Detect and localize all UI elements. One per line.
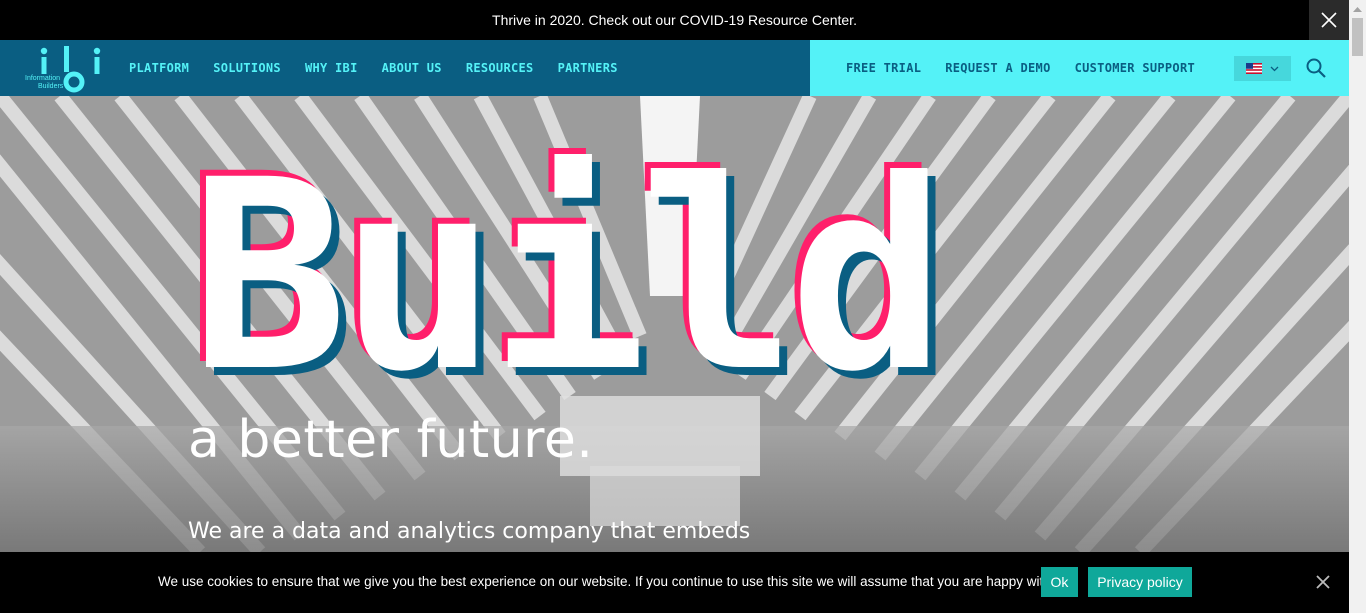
announcement-text[interactable]: Thrive in 2020. Check out our COVID-19 R… bbox=[492, 12, 857, 28]
hero-section: Build Build Build a better future. We ar… bbox=[0, 96, 1349, 552]
close-icon bbox=[1316, 575, 1330, 589]
caret-up-icon bbox=[1353, 6, 1362, 12]
ibi-logo[interactable]: Information Builders bbox=[24, 44, 106, 94]
hero-tagline: a better future. bbox=[188, 410, 594, 470]
request-demo-link[interactable]: REQUEST A DEMO bbox=[945, 61, 1050, 75]
language-selector[interactable] bbox=[1234, 56, 1291, 81]
headline-text: Build bbox=[190, 124, 947, 429]
main-nav: Information Builders PLATFORM SOLUTIONS … bbox=[0, 40, 810, 96]
logo-line-2: Builders bbox=[38, 83, 64, 90]
nav-item-partners[interactable]: PARTNERS bbox=[558, 61, 618, 75]
customer-support-link[interactable]: CUSTOMER SUPPORT bbox=[1075, 61, 1195, 75]
nav-item-solutions[interactable]: SOLUTIONS bbox=[213, 61, 281, 75]
us-flag-icon bbox=[1246, 63, 1262, 74]
close-icon bbox=[1321, 12, 1337, 28]
cookie-banner: We use cookies to ensure that we give yo… bbox=[0, 552, 1349, 613]
nav-item-platform[interactable]: PLATFORM bbox=[129, 61, 189, 75]
cookie-ok-button[interactable]: Ok bbox=[1041, 567, 1078, 597]
search-icon bbox=[1306, 58, 1326, 78]
page-scrollbar[interactable] bbox=[1349, 0, 1366, 613]
logo-line-1: Information bbox=[25, 75, 61, 82]
scroll-up-arrow[interactable] bbox=[1349, 0, 1366, 17]
announcement-close-button[interactable] bbox=[1309, 0, 1349, 40]
privacy-policy-button[interactable]: Privacy policy bbox=[1088, 567, 1192, 597]
nav-item-about-us[interactable]: ABOUT US bbox=[382, 61, 442, 75]
cookie-close-button[interactable] bbox=[1315, 574, 1331, 590]
hero-subline: We are a data and analytics company that… bbox=[188, 519, 751, 544]
nav-item-resources[interactable]: RESOURCES bbox=[466, 61, 534, 75]
announcement-bar: Thrive in 2020. Check out our COVID-19 R… bbox=[0, 0, 1349, 40]
free-trial-link[interactable]: FREE TRIAL bbox=[846, 61, 921, 75]
secondary-nav: FREE TRIAL REQUEST A DEMO CUSTOMER SUPPO… bbox=[810, 40, 1349, 96]
scrollbar-thumb[interactable] bbox=[1352, 18, 1363, 56]
chevron-down-icon bbox=[1270, 66, 1279, 71]
nav-item-why-ibi[interactable]: WHY IBI bbox=[305, 61, 358, 75]
search-button[interactable] bbox=[1305, 57, 1327, 79]
cookie-message: We use cookies to ensure that we give yo… bbox=[158, 574, 1065, 589]
